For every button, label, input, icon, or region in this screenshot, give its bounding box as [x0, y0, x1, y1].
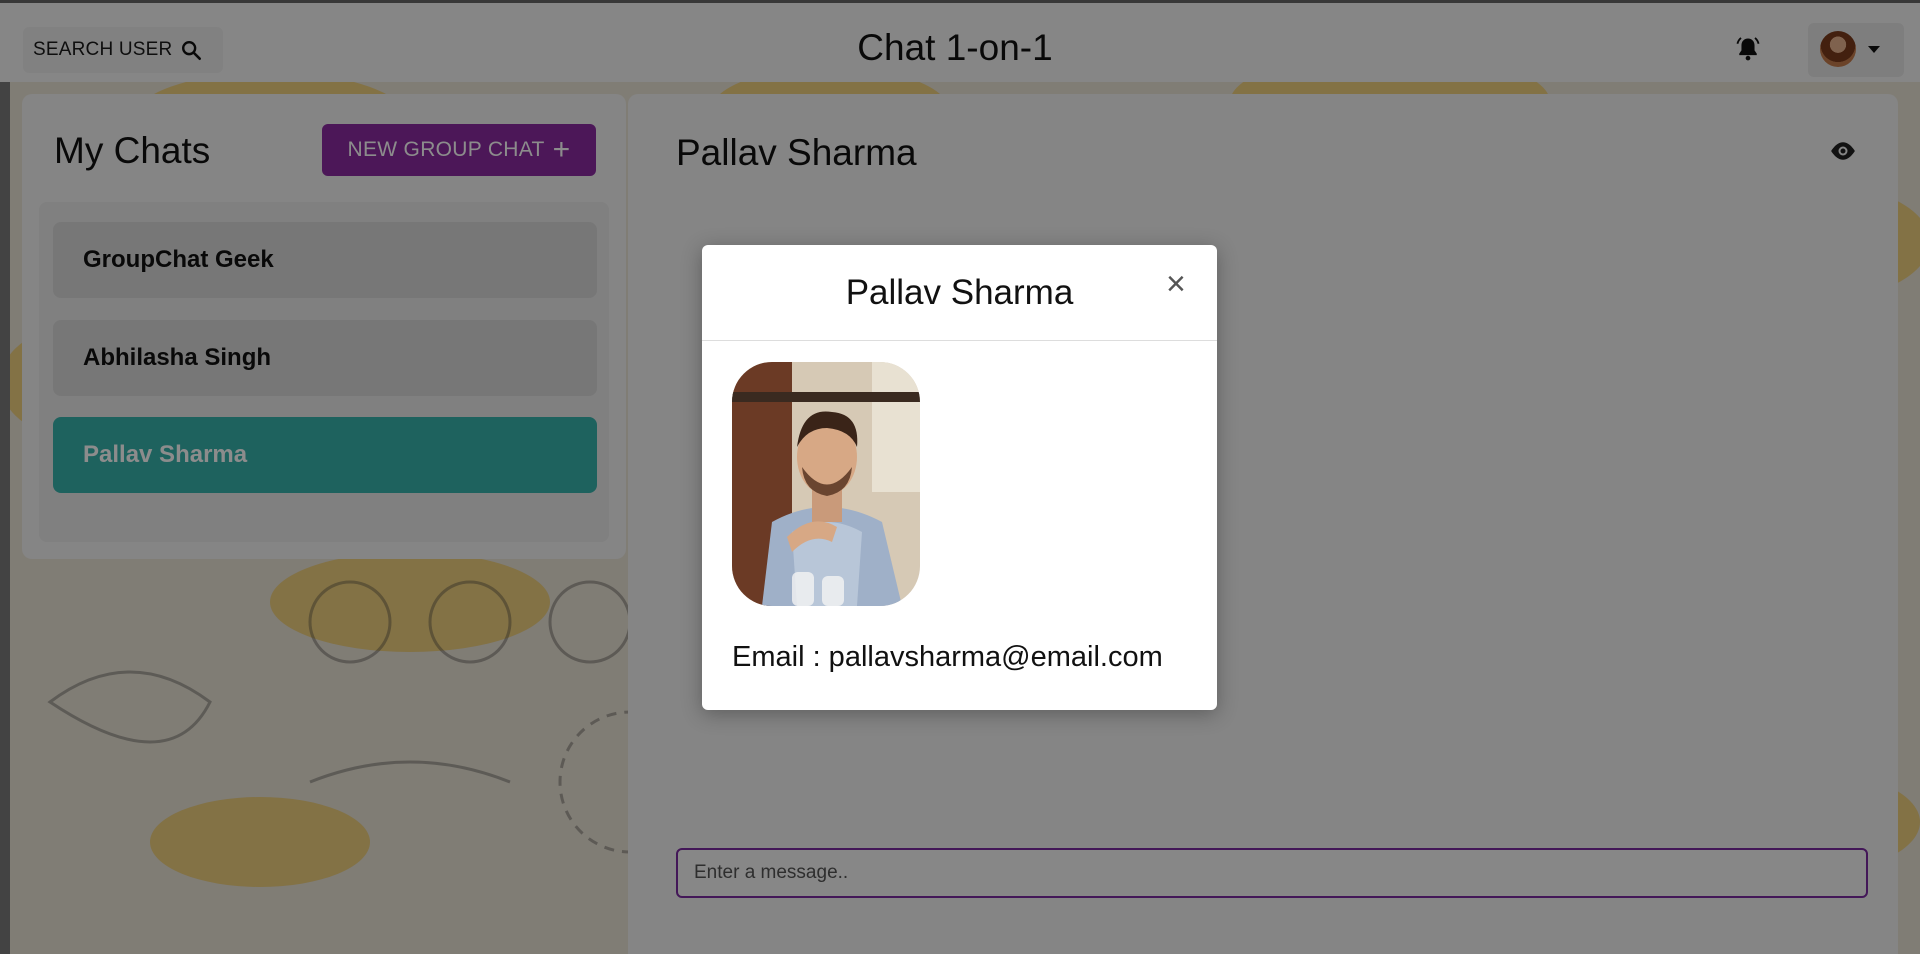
profile-photo: [732, 362, 920, 606]
close-icon[interactable]: ×: [1166, 267, 1186, 301]
profile-modal: Pallav Sharma × Email : pallavsharma@ema…: [702, 245, 1217, 710]
modal-divider: [702, 340, 1217, 341]
profile-email: Email : pallavsharma@email.com: [732, 641, 1163, 673]
modal-title: Pallav Sharma: [845, 273, 1074, 312]
